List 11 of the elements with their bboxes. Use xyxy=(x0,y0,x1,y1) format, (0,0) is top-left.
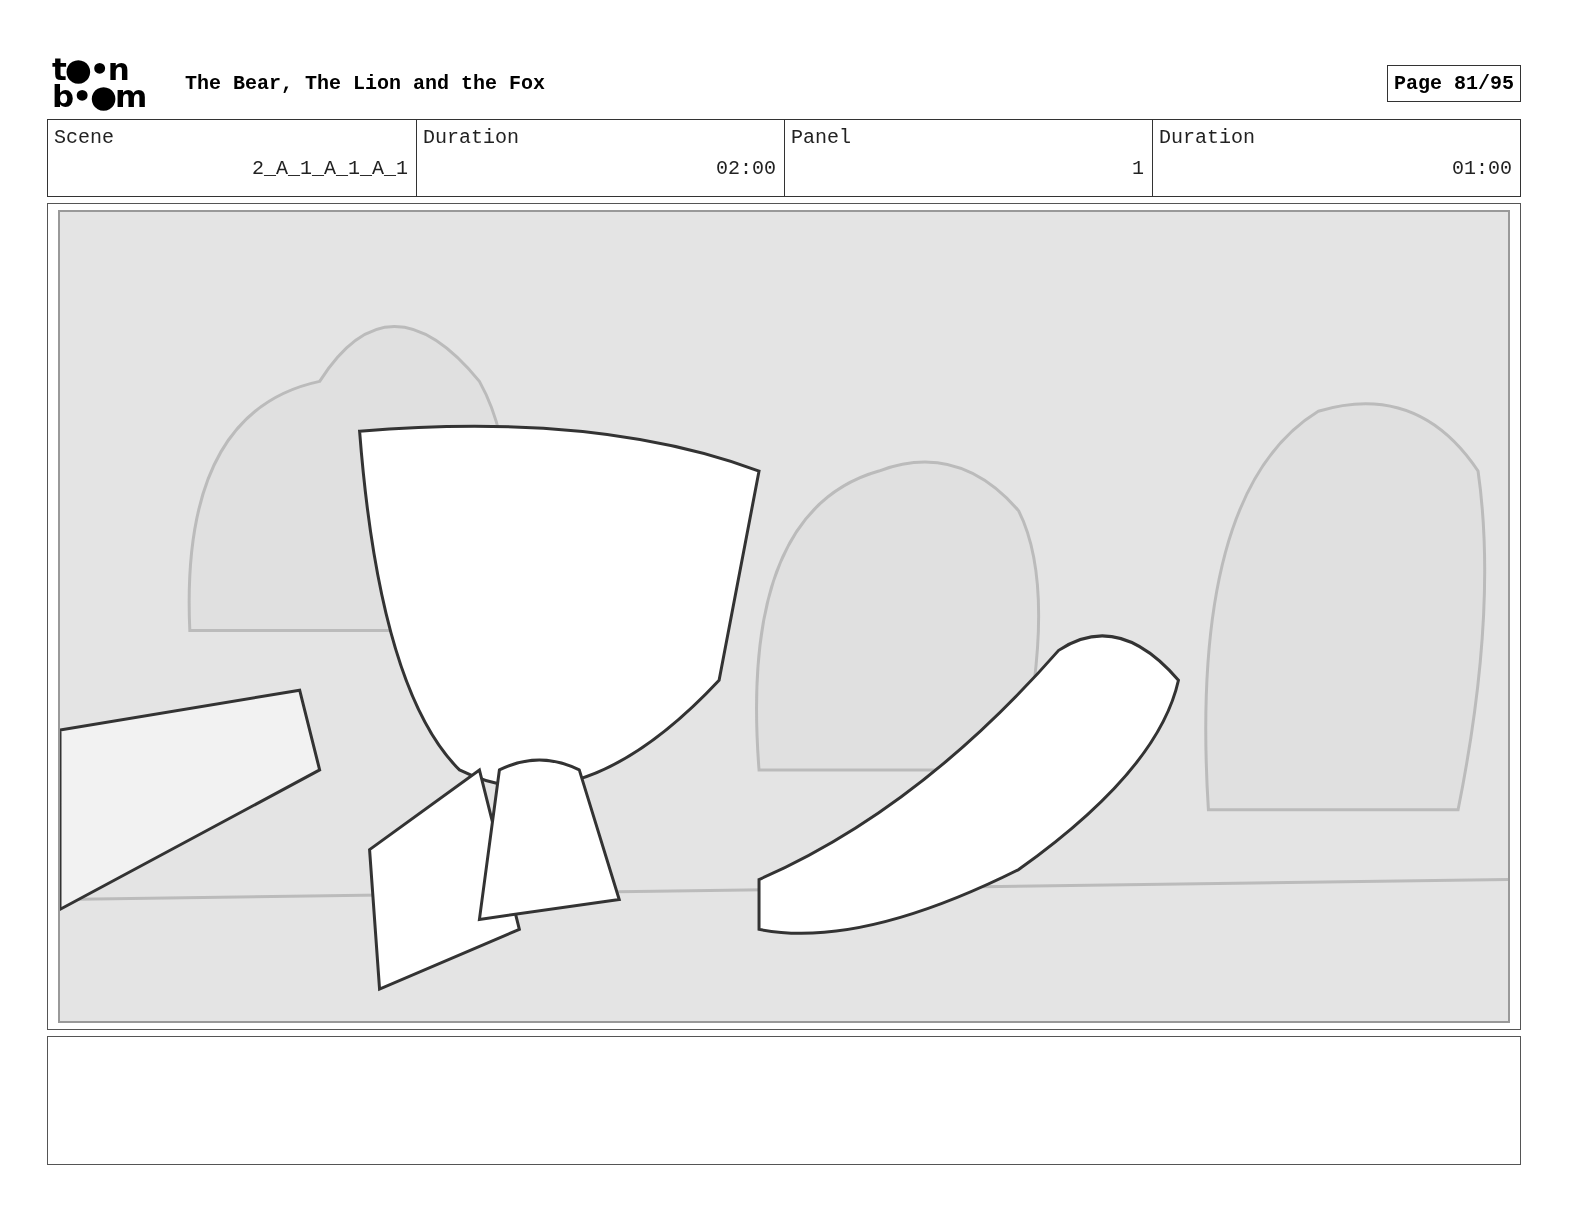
field-label: Scene xyxy=(54,126,115,149)
field-label: Panel xyxy=(791,126,852,149)
document-title: The Bear, The Lion and the Fox xyxy=(185,71,547,95)
field-label: Duration xyxy=(1159,126,1256,149)
field-value: 2_A_1_A_1_A_1 xyxy=(250,157,408,180)
field-value: 01:00 xyxy=(1451,157,1512,180)
logo: t●•n b•●m xyxy=(52,56,147,110)
page-number: Page 81/95 xyxy=(1386,64,1521,102)
field-value: 02:00 xyxy=(715,157,776,180)
field-label: Duration xyxy=(423,126,520,149)
field-value: 1 xyxy=(1131,157,1144,180)
